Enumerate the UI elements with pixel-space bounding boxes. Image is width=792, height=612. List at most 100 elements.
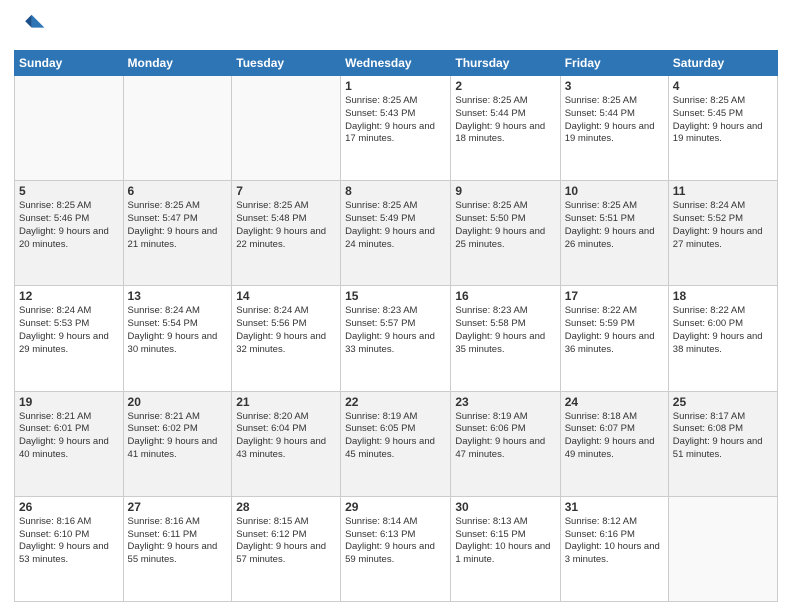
day-info: Sunrise: 8:25 AM Sunset: 5:45 PM Dayligh… xyxy=(673,95,773,146)
calendar-cell: 17Sunrise: 8:22 AM Sunset: 5:59 PM Dayli… xyxy=(560,286,668,391)
day-number: 13 xyxy=(128,289,228,303)
day-info: Sunrise: 8:25 AM Sunset: 5:47 PM Dayligh… xyxy=(128,200,228,251)
calendar-cell: 10 Sunrise: 8:25 AM Sunset: 5:51 PM Dayli… xyxy=(560,181,668,286)
day-info: Sunrise: 8:23 AM Sunset: 5:57 PM Dayligh… xyxy=(345,305,446,356)
day-number: 9 xyxy=(455,184,555,198)
day-number: 5 xyxy=(19,184,119,198)
calendar-cell: 13 Sunrise: 8:24 AM Sunset: 5:54 PM Dayli… xyxy=(123,286,232,391)
calendar-cell: 25 Sunrise: 8:17 AM Sunset: 6:08 PM Dayli… xyxy=(668,391,777,496)
day-info: Sunrise: 8:25 AM Sunset: 5:50 PM Dayligh… xyxy=(455,200,555,251)
calendar-cell xyxy=(668,496,777,601)
day-info: Sunrise: 8:19 AM Sunset: 6:06 PM Dayligh… xyxy=(455,411,555,462)
day-number: 8 xyxy=(345,184,446,198)
calendar-cell: 6 Sunrise: 8:25 AM Sunset: 5:47 PM Daylig… xyxy=(123,181,232,286)
day-info: Sunrise: 8:25 AM Sunset: 5:44 PM Dayligh… xyxy=(455,95,555,146)
calendar-table: SundayMondayTuesdayWednesdayThursdayFrid… xyxy=(14,50,778,602)
calendar-cell: 15 Sunrise: 8:23 AM Sunset: 5:57 PM Dayli… xyxy=(341,286,451,391)
day-number: 29 xyxy=(345,500,446,514)
day-info: Sunrise: 8:15 AM Sunset: 6:12 PM Dayligh… xyxy=(236,516,336,567)
day-number: 1 xyxy=(345,79,446,93)
calendar-cell: 5 Sunrise: 8:25 AM Sunset: 5:46 PM Daylig… xyxy=(15,181,124,286)
header xyxy=(14,10,778,42)
day-number: 2 xyxy=(455,79,555,93)
calendar-cell: 3Sunrise: 8:25 AM Sunset: 5:44 PM Daylig… xyxy=(560,76,668,181)
day-info: Sunrise: 8:25 AM Sunset: 5:44 PM Dayligh… xyxy=(565,95,664,146)
day-info: Sunrise: 8:13 AM Sunset: 6:15 PM Dayligh… xyxy=(455,516,555,567)
calendar-cell xyxy=(123,76,232,181)
day-info: Sunrise: 8:24 AM Sunset: 5:53 PM Dayligh… xyxy=(19,305,119,356)
calendar-cell: 19 Sunrise: 8:21 AM Sunset: 6:01 PM Dayli… xyxy=(15,391,124,496)
calendar-cell: 21Sunrise: 8:20 AM Sunset: 6:04 PM Dayli… xyxy=(232,391,341,496)
day-info: Sunrise: 8:23 AM Sunset: 5:58 PM Dayligh… xyxy=(455,305,555,356)
day-info: Sunrise: 8:25 AM Sunset: 5:51 PM Dayligh… xyxy=(565,200,664,251)
day-number: 14 xyxy=(236,289,336,303)
weekday-header: Friday xyxy=(560,51,668,76)
day-number: 25 xyxy=(673,395,773,409)
day-number: 10 xyxy=(565,184,664,198)
day-info: Sunrise: 8:25 AM Sunset: 5:48 PM Dayligh… xyxy=(236,200,336,251)
day-number: 18 xyxy=(673,289,773,303)
day-info: Sunrise: 8:24 AM Sunset: 5:56 PM Dayligh… xyxy=(236,305,336,356)
day-number: 21 xyxy=(236,395,336,409)
calendar-cell: 23 Sunrise: 8:19 AM Sunset: 6:06 PM Dayli… xyxy=(451,391,560,496)
page: SundayMondayTuesdayWednesdayThursdayFrid… xyxy=(0,0,792,612)
day-number: 23 xyxy=(455,395,555,409)
calendar-cell: 28 Sunrise: 8:15 AM Sunset: 6:12 PM Dayli… xyxy=(232,496,341,601)
day-info: Sunrise: 8:21 AM Sunset: 6:02 PM Dayligh… xyxy=(128,411,228,462)
day-number: 30 xyxy=(455,500,555,514)
day-number: 20 xyxy=(128,395,228,409)
day-info: Sunrise: 8:22 AM Sunset: 6:00 PM Dayligh… xyxy=(673,305,773,356)
calendar-cell: 30 Sunrise: 8:13 AM Sunset: 6:15 PM Dayli… xyxy=(451,496,560,601)
weekday-header: Thursday xyxy=(451,51,560,76)
day-info: Sunrise: 8:25 AM Sunset: 5:49 PM Dayligh… xyxy=(345,200,446,251)
day-info: Sunrise: 8:17 AM Sunset: 6:08 PM Dayligh… xyxy=(673,411,773,462)
day-info: Sunrise: 8:16 AM Sunset: 6:11 PM Dayligh… xyxy=(128,516,228,567)
weekday-header: Saturday xyxy=(668,51,777,76)
calendar-cell: 4 Sunrise: 8:25 AM Sunset: 5:45 PM Daylig… xyxy=(668,76,777,181)
calendar-cell: 9 Sunrise: 8:25 AM Sunset: 5:50 PM Daylig… xyxy=(451,181,560,286)
calendar-cell: 31 Sunrise: 8:12 AM Sunset: 6:16 PM Dayli… xyxy=(560,496,668,601)
calendar-cell: 7Sunrise: 8:25 AM Sunset: 5:48 PM Daylig… xyxy=(232,181,341,286)
day-number: 22 xyxy=(345,395,446,409)
calendar-cell: 8 Sunrise: 8:25 AM Sunset: 5:49 PM Daylig… xyxy=(341,181,451,286)
day-number: 24 xyxy=(565,395,664,409)
logo xyxy=(14,10,50,42)
day-info: Sunrise: 8:19 AM Sunset: 6:05 PM Dayligh… xyxy=(345,411,446,462)
calendar-cell: 14 Sunrise: 8:24 AM Sunset: 5:56 PM Dayli… xyxy=(232,286,341,391)
calendar-cell: 29 Sunrise: 8:14 AM Sunset: 6:13 PM Dayli… xyxy=(341,496,451,601)
calendar-cell: 12 Sunrise: 8:24 AM Sunset: 5:53 PM Dayli… xyxy=(15,286,124,391)
calendar-cell: 24 Sunrise: 8:18 AM Sunset: 6:07 PM Dayli… xyxy=(560,391,668,496)
day-number: 11 xyxy=(673,184,773,198)
day-info: Sunrise: 8:21 AM Sunset: 6:01 PM Dayligh… xyxy=(19,411,119,462)
day-info: Sunrise: 8:25 AM Sunset: 5:43 PM Dayligh… xyxy=(345,95,446,146)
calendar-cell xyxy=(232,76,341,181)
weekday-header: Monday xyxy=(123,51,232,76)
day-number: 15 xyxy=(345,289,446,303)
day-info: Sunrise: 8:25 AM Sunset: 5:46 PM Dayligh… xyxy=(19,200,119,251)
day-number: 4 xyxy=(673,79,773,93)
calendar-cell: 20 Sunrise: 8:21 AM Sunset: 6:02 PM Dayli… xyxy=(123,391,232,496)
day-number: 6 xyxy=(128,184,228,198)
day-number: 26 xyxy=(19,500,119,514)
day-info: Sunrise: 8:14 AM Sunset: 6:13 PM Dayligh… xyxy=(345,516,446,567)
day-number: 12 xyxy=(19,289,119,303)
calendar-cell: 26 Sunrise: 8:16 AM Sunset: 6:10 PM Dayli… xyxy=(15,496,124,601)
day-number: 28 xyxy=(236,500,336,514)
day-number: 16 xyxy=(455,289,555,303)
day-info: Sunrise: 8:12 AM Sunset: 6:16 PM Dayligh… xyxy=(565,516,664,567)
day-info: Sunrise: 8:22 AM Sunset: 5:59 PM Dayligh… xyxy=(565,305,664,356)
calendar-cell: 16 Sunrise: 8:23 AM Sunset: 5:58 PM Dayli… xyxy=(451,286,560,391)
calendar-cell: 18 Sunrise: 8:22 AM Sunset: 6:00 PM Dayli… xyxy=(668,286,777,391)
calendar-cell: 1 Sunrise: 8:25 AM Sunset: 5:43 PM Daylig… xyxy=(341,76,451,181)
day-info: Sunrise: 8:24 AM Sunset: 5:54 PM Dayligh… xyxy=(128,305,228,356)
day-info: Sunrise: 8:24 AM Sunset: 5:52 PM Dayligh… xyxy=(673,200,773,251)
day-info: Sunrise: 8:16 AM Sunset: 6:10 PM Dayligh… xyxy=(19,516,119,567)
day-number: 27 xyxy=(128,500,228,514)
calendar-cell: 11 Sunrise: 8:24 AM Sunset: 5:52 PM Dayli… xyxy=(668,181,777,286)
calendar-cell: 22 Sunrise: 8:19 AM Sunset: 6:05 PM Dayli… xyxy=(341,391,451,496)
calendar-cell: 2 Sunrise: 8:25 AM Sunset: 5:44 PM Daylig… xyxy=(451,76,560,181)
calendar-cell xyxy=(15,76,124,181)
day-number: 19 xyxy=(19,395,119,409)
day-number: 31 xyxy=(565,500,664,514)
day-info: Sunrise: 8:18 AM Sunset: 6:07 PM Dayligh… xyxy=(565,411,664,462)
